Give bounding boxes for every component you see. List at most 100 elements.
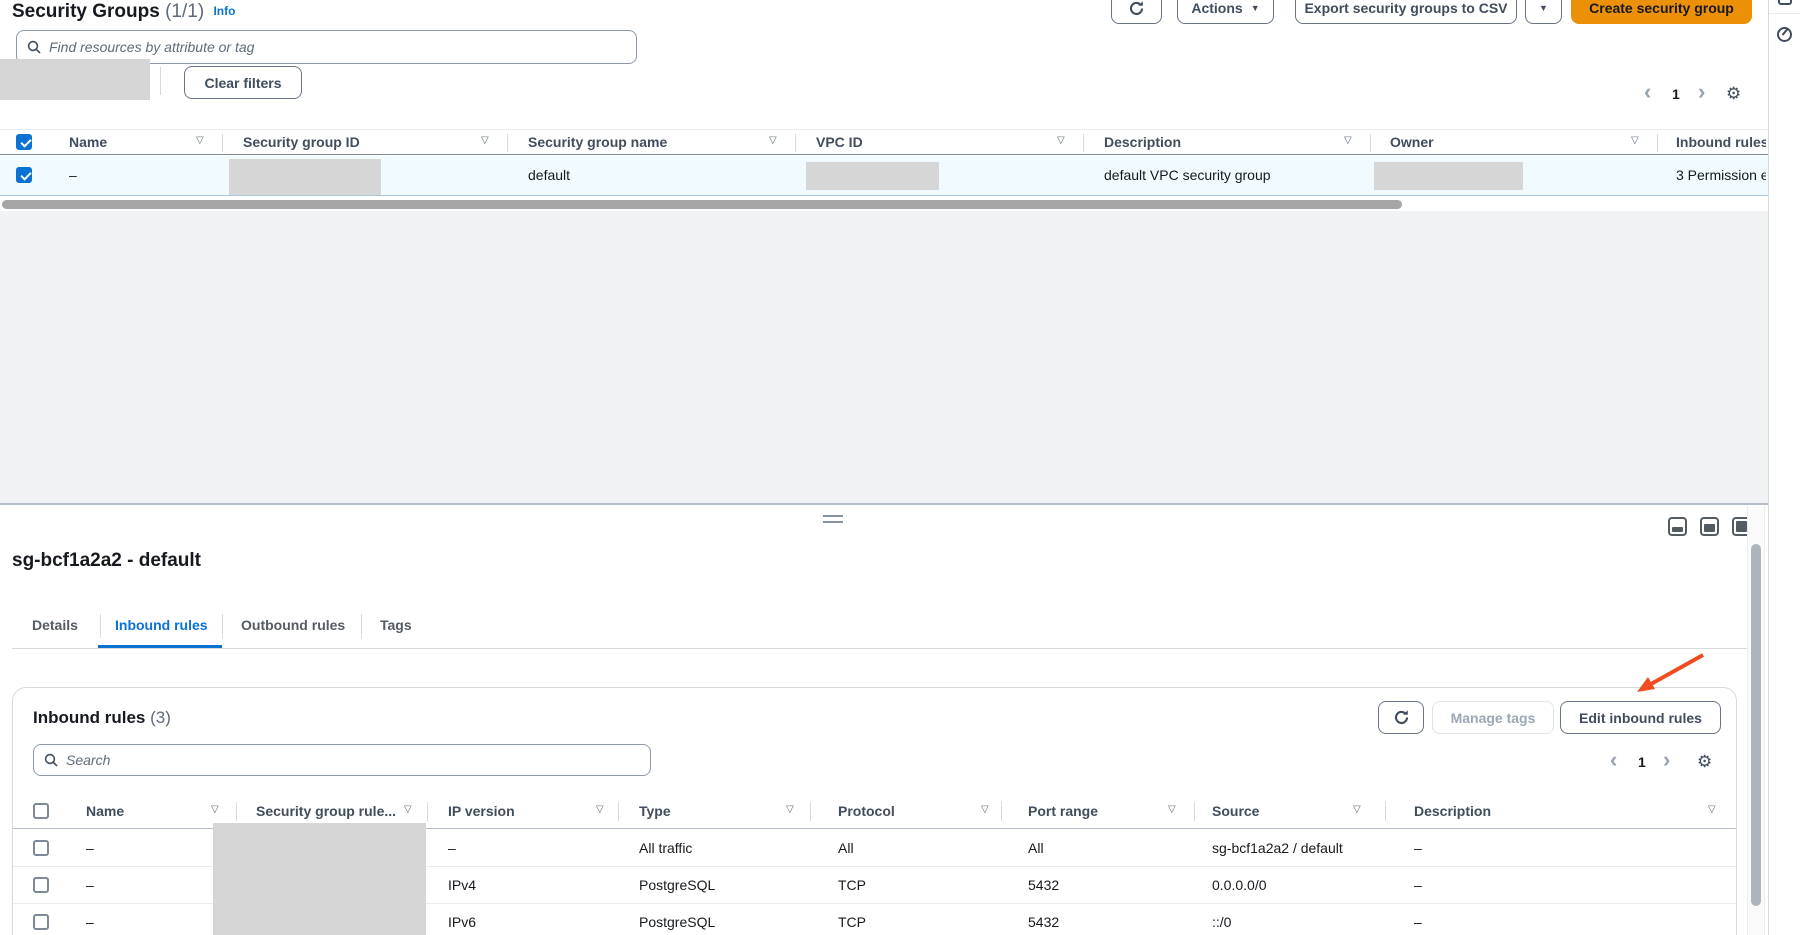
- column-header-type[interactable]: Type: [639, 803, 671, 819]
- port-range-cell: 5432: [1028, 877, 1059, 893]
- column-header-security-group-name[interactable]: Security group name: [528, 134, 667, 150]
- rule-row-checkbox[interactable]: [33, 840, 49, 856]
- vertical-scrollbar: [1747, 506, 1765, 935]
- rule-row-checkbox[interactable]: [33, 914, 49, 930]
- row-select-checkbox[interactable]: [16, 167, 32, 183]
- name-cell: –: [86, 840, 94, 856]
- detail-heading: sg-bcf1a2a2 - default: [12, 550, 201, 572]
- sort-icon: ▽: [1353, 804, 1361, 815]
- bell-icon[interactable]: [1778, 0, 1792, 5]
- column-header-description[interactable]: Description: [1414, 803, 1491, 819]
- panel-size-small-icon[interactable]: [1668, 517, 1687, 536]
- caret-down-icon: ▼: [1251, 3, 1260, 13]
- tab-details[interactable]: Details: [32, 617, 78, 633]
- horizontal-scrollbar-thumb[interactable]: [2, 200, 1402, 209]
- refresh-button[interactable]: [1111, 0, 1162, 24]
- manage-tags-button[interactable]: Manage tags: [1432, 701, 1554, 734]
- security-group-name-cell: default: [528, 167, 570, 183]
- actions-button-label: Actions: [1191, 0, 1242, 16]
- rules-pagination-page-number[interactable]: 1: [1638, 754, 1646, 770]
- name-cell: –: [86, 914, 94, 930]
- rule-row-checkbox[interactable]: [33, 877, 49, 893]
- redacted-security-group-id: [229, 159, 381, 195]
- column-divider: [1083, 134, 1084, 152]
- refresh-icon: [1128, 0, 1145, 17]
- sort-icon: ▽: [596, 804, 604, 815]
- clock-icon[interactable]: [1777, 27, 1792, 42]
- tab-outbound-rules[interactable]: Outbound rules: [241, 617, 345, 633]
- source-cell: 0.0.0.0/0: [1212, 877, 1267, 893]
- port-range-cell: All: [1028, 840, 1044, 856]
- export-dropdown-button[interactable]: ▼: [1525, 0, 1562, 24]
- column-header-ip-version[interactable]: IP version: [448, 803, 515, 819]
- rules-table-preferences-button[interactable]: ⚙: [1697, 752, 1712, 772]
- name-cell: –: [86, 877, 94, 893]
- edit-inbound-rules-button[interactable]: Edit inbound rules: [1560, 701, 1721, 734]
- column-divider: [618, 802, 619, 821]
- ip-version-cell: –: [448, 840, 456, 856]
- pagination-page-number[interactable]: 1: [1672, 86, 1680, 102]
- column-header-name[interactable]: Name: [86, 803, 124, 819]
- rules-pagination-next-button[interactable]: ›: [1663, 750, 1670, 770]
- clear-filters-button[interactable]: Clear filters: [184, 66, 302, 99]
- tab-inbound-rules[interactable]: Inbound rules: [115, 617, 208, 633]
- rules-pagination-previous-button[interactable]: ‹: [1610, 750, 1617, 770]
- description-cell: –: [1414, 877, 1422, 893]
- split-panel-drag-handle[interactable]: [823, 515, 843, 523]
- info-link[interactable]: Info: [213, 4, 235, 18]
- column-header-description[interactable]: Description: [1104, 134, 1181, 150]
- tab-tags[interactable]: Tags: [380, 617, 412, 633]
- source-cell: sg-bcf1a2a2 / default: [1212, 840, 1343, 856]
- column-header-name[interactable]: Name: [69, 134, 107, 150]
- split-panel-divider: [0, 503, 1768, 505]
- sort-icon: ▽: [981, 804, 989, 815]
- rules-select-all-checkbox[interactable]: [33, 803, 49, 819]
- rules-search-input[interactable]: [66, 752, 640, 768]
- sort-icon: ▽: [786, 804, 794, 815]
- create-security-group-button[interactable]: Create security group: [1571, 0, 1752, 24]
- column-header-source[interactable]: Source: [1212, 803, 1259, 819]
- sort-icon: ▽: [211, 804, 219, 815]
- sort-icon: ▽: [404, 804, 412, 815]
- refresh-button[interactable]: [1378, 701, 1424, 734]
- column-header-security-group-id[interactable]: Security group ID: [243, 134, 360, 150]
- column-header-protocol[interactable]: Protocol: [838, 803, 895, 819]
- column-header-owner[interactable]: Owner: [1390, 134, 1434, 150]
- export-csv-button[interactable]: Export security groups to CSV: [1295, 0, 1517, 24]
- type-cell: PostgreSQL: [639, 877, 715, 893]
- select-all-checkbox[interactable]: [16, 134, 32, 150]
- sort-icon: ▽: [481, 135, 489, 146]
- protocol-cell: TCP: [838, 877, 866, 893]
- export-csv-button-label: Export security groups to CSV: [1304, 0, 1507, 16]
- column-divider: [427, 802, 428, 821]
- column-header-inbound-rules-count[interactable]: Inbound rules count: [1676, 134, 1766, 150]
- content-background: [0, 211, 1768, 503]
- column-divider: [1370, 134, 1371, 152]
- find-resources-input[interactable]: [49, 39, 626, 55]
- pagination-next-button[interactable]: ›: [1698, 82, 1705, 102]
- column-divider: [222, 134, 223, 152]
- table-preferences-button[interactable]: ⚙: [1726, 84, 1741, 104]
- tab-divider: [361, 614, 362, 638]
- column-divider: [1001, 802, 1002, 821]
- inbound-rules-count-cell: 3 Permission entries: [1676, 167, 1766, 183]
- column-divider: [236, 802, 237, 821]
- column-header-vpc-id[interactable]: VPC ID: [816, 134, 863, 150]
- search-icon: [27, 40, 41, 54]
- column-header-port-range[interactable]: Port range: [1028, 803, 1098, 819]
- panel-size-medium-icon[interactable]: [1700, 517, 1719, 536]
- resource-count: (1/1): [165, 1, 204, 22]
- tab-divider: [222, 614, 223, 638]
- column-divider: [795, 134, 796, 152]
- security-groups-table-header: Name ▽ Security group ID ▽ Security grou…: [0, 129, 1768, 155]
- column-divider: [1385, 802, 1386, 821]
- actions-button[interactable]: Actions ▼: [1177, 0, 1274, 24]
- vertical-scrollbar-thumb[interactable]: [1751, 544, 1761, 906]
- ip-version-cell: IPv4: [448, 877, 476, 893]
- aws-security-groups-screen: Security Groups (1/1) Info Actions ▼ Exp…: [0, 0, 1800, 935]
- pagination-previous-button[interactable]: ‹: [1644, 82, 1651, 102]
- tab-divider: [100, 614, 101, 638]
- sort-icon: ▽: [1168, 804, 1176, 815]
- column-header-rule-id[interactable]: Security group rule...: [256, 803, 396, 819]
- sort-icon: ▽: [196, 135, 204, 146]
